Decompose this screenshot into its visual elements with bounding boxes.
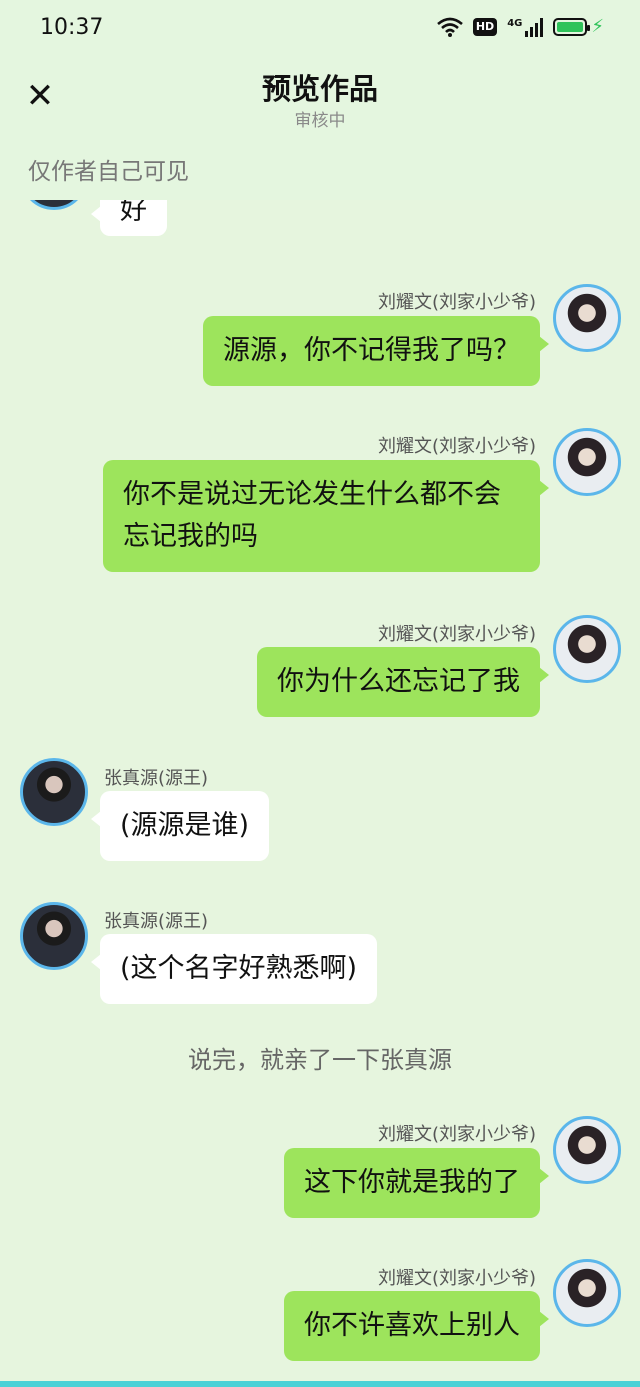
chat-area: 好 刘耀文(刘家小少爷) 源源，你不记得我了吗？ 刘耀文(刘家小少爷) 你不是说… [0, 0, 640, 1387]
message-bubble: (这个名字好熟悉啊) [90, 934, 378, 1004]
charging-icon: ⚡ [591, 16, 604, 37]
sender-name: 刘耀文(刘家小少爷) [377, 292, 536, 313]
sender-name: 刘耀文(刘家小少爷) [377, 436, 536, 457]
status-icons: HD 4G ⚡ [437, 16, 604, 37]
avatar[interactable] [553, 1259, 621, 1327]
top-bar: 10:37 HD 4G ⚡ ✕ 预览作品 审核中 仅作者自己可见 [0, 0, 640, 200]
review-status: 审核中 [294, 111, 346, 131]
visibility-notice: 仅作者自己可见 [28, 159, 189, 185]
page-title: 预览作品 [261, 72, 378, 106]
avatar[interactable] [20, 758, 88, 826]
header: ✕ 预览作品 审核中 [0, 60, 640, 140]
sender-name: 刘耀文(刘家小少爷) [377, 1268, 536, 1289]
sender-name: 张真源(源王) [104, 911, 209, 932]
narration-text: 说完，就亲了一下张真源 [188, 1046, 452, 1074]
status-bar: 10:37 HD 4G ⚡ [0, 0, 640, 56]
signal-icon: 4G [507, 17, 544, 37]
bottom-divider [0, 1381, 640, 1387]
avatar[interactable] [20, 902, 88, 970]
sender-name: 刘耀文(刘家小少爷) [377, 624, 536, 645]
avatar[interactable] [553, 428, 621, 496]
avatar[interactable] [553, 1116, 621, 1184]
avatar[interactable] [553, 615, 621, 683]
message-bubble: 你不是说过无论发生什么都不会忘记我的吗 [103, 460, 549, 572]
message-bubble: 这下你就是我的了 [284, 1148, 549, 1218]
message-bubble: 你不许喜欢上别人 [284, 1291, 549, 1361]
message-bubble: 源源，你不记得我了吗？ [203, 316, 549, 386]
avatar[interactable] [553, 284, 621, 352]
battery-icon [553, 17, 591, 36]
wifi-icon [437, 17, 463, 37]
message-bubble: 你为什么还忘记了我 [257, 647, 549, 717]
sender-name: 刘耀文(刘家小少爷) [377, 1124, 536, 1145]
network-label: 4G [507, 17, 523, 29]
status-time: 10:37 [40, 15, 104, 40]
sender-name: 张真源(源王) [104, 768, 209, 789]
hd-badge: HD [472, 17, 498, 36]
message-bubble: (源源是谁) [90, 791, 270, 861]
